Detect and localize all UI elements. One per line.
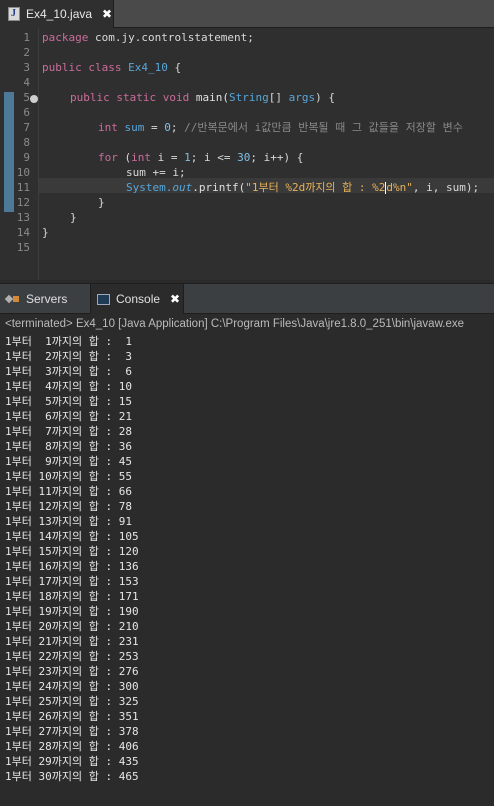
code-line-11: System.out.printf("1부터 %2d까지의 합 : %2d%n"…: [126, 181, 480, 194]
console-output-line: 1부터 24까지의 합 : 300: [5, 680, 139, 693]
console-output-line: 1부터 1까지의 합 : 1: [5, 335, 132, 348]
console-output-line: 1부터 20까지의 합 : 210: [5, 620, 139, 633]
console-output[interactable]: 1부터 1까지의 합 : 1 1부터 2까지의 합 : 3 1부터 3까지의 합 :…: [5, 334, 494, 784]
console-output-line: 1부터 27까지의 합 : 378: [5, 725, 139, 738]
close-icon[interactable]: ✖: [102, 7, 112, 21]
console-output-line: 1부터 8까지의 합 : 36: [5, 440, 132, 453]
code-line-7: int sum = 0; //반복문에서 i값만큼 반복될 때 그 값들을 저장…: [98, 121, 463, 134]
code-line-1: package com.jy.controlstatement;: [42, 31, 254, 44]
line-number: 9: [23, 151, 30, 164]
console-output-line: 1부터 12까지의 합 : 78: [5, 500, 132, 513]
line-number: 8: [23, 136, 30, 149]
console-output-line: 1부터 19까지의 합 : 190: [5, 605, 139, 618]
console-output-line: 1부터 15까지의 합 : 120: [5, 545, 139, 558]
line-number: 3: [23, 61, 30, 74]
editor-tab-bar: Ex4_10.java ✖: [0, 0, 494, 28]
console-output-line: 1부터 28까지의 합 : 406: [5, 740, 139, 753]
line-number: 5: [23, 91, 30, 104]
console-output-line: 1부터 22까지의 합 : 253: [5, 650, 139, 663]
tab-console-label: Console: [116, 292, 161, 306]
line-number: 11: [16, 181, 30, 194]
code-line-9: for (int i = 1; i <= 30; i++) {: [98, 151, 304, 164]
console-output-line: 1부터 5까지의 합 : 15: [5, 395, 132, 408]
line-number: 15: [16, 241, 30, 254]
console-output-line: 1부터 23까지의 합 : 276: [5, 665, 139, 678]
close-icon[interactable]: ✖: [170, 292, 180, 306]
console-output-line: 1부터 30까지의 합 : 465: [5, 770, 139, 783]
console-status-line: <terminated> Ex4_10 [Java Application] C…: [5, 318, 464, 330]
code-line-13: }: [70, 211, 77, 224]
code-line-10: sum += i;: [126, 166, 186, 179]
tab-console[interactable]: Console ✖: [90, 284, 184, 314]
code-line-3: public class Ex4_10 {: [42, 61, 182, 74]
code-line-14: }: [42, 226, 49, 239]
console-output-line: 1부터 9까지의 합 : 45: [5, 455, 132, 468]
line-number: 10: [16, 166, 30, 179]
console-output-line: 1부터 16까지의 합 : 136: [5, 560, 139, 573]
line-number: 2: [23, 46, 30, 59]
console-output-line: 1부터 10까지의 합 : 55: [5, 470, 132, 483]
console-output-line: 1부터 18까지의 합 : 171: [5, 590, 139, 603]
line-number-gutter: 1 2 3 4 5 6 7 8 9 10 11 12 13 14 15: [0, 28, 38, 280]
console-output-line: 1부터 29까지의 합 : 435: [5, 755, 139, 768]
editor-tab-ex4-10[interactable]: Ex4_10.java ✖: [0, 0, 114, 28]
console-output-line: 1부터 17까지의 합 : 153: [5, 575, 139, 588]
line-number: 1: [23, 31, 30, 44]
code-line-5: public static void main(String[] args) {: [70, 91, 335, 104]
tab-servers[interactable]: Servers: [6, 284, 67, 314]
code-editor[interactable]: Ex4_10.java ✖ 123456789101112131415 pack…: [0, 0, 494, 280]
line-number: 12: [16, 196, 30, 209]
line-number: 7: [23, 121, 30, 134]
console-output-line: 1부터 26까지의 합 : 351: [5, 710, 139, 723]
tab-servers-label: Servers: [26, 292, 68, 306]
editor-tab-label: Ex4_10.java: [26, 7, 93, 21]
java-file-icon: [8, 7, 20, 21]
console-output-line: 1부터 7까지의 합 : 28: [5, 425, 132, 438]
console-output-line: 1부터 2까지의 합 : 3: [5, 350, 132, 363]
servers-icon: [6, 294, 20, 304]
console-output-line: 1부터 6까지의 합 : 21: [5, 410, 132, 423]
console-panel: Servers Console ✖ <terminated> Ex4_10 [J…: [0, 283, 494, 806]
panel-tab-bar: Servers Console ✖: [0, 284, 494, 314]
line-number: 4: [23, 76, 30, 89]
code-line-12: }: [98, 196, 105, 209]
console-output-line: 1부터 4까지의 합 : 10: [5, 380, 132, 393]
line-number: 14: [16, 226, 30, 239]
console-output-line: 1부터 25까지의 합 : 325: [5, 695, 139, 708]
override-marker-icon[interactable]: [30, 95, 38, 103]
console-output-line: 1부터 13까지의 합 : 91: [5, 515, 132, 528]
console-output-line: 1부터 11까지의 합 : 66: [5, 485, 132, 498]
line-number: 6: [23, 106, 30, 119]
console-output-line: 1부터 3까지의 합 : 6: [5, 365, 132, 378]
console-output-line: 1부터 21까지의 합 : 231: [5, 635, 139, 648]
console-icon: [97, 293, 110, 305]
code-text-area[interactable]: package com.jy.controlstatement; public …: [38, 28, 494, 280]
console-output-line: 1부터 14까지의 합 : 105: [5, 530, 139, 543]
line-number: 13: [16, 211, 30, 224]
